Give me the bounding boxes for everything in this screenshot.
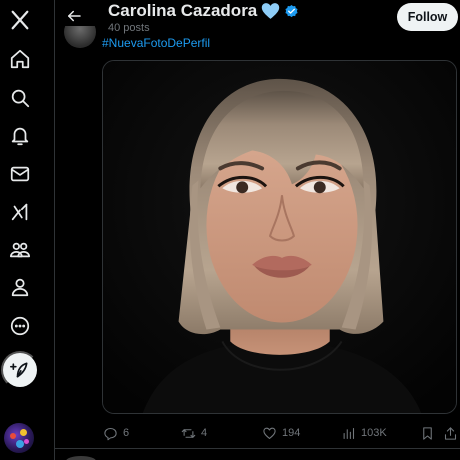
reply-button[interactable]: 6 bbox=[103, 424, 129, 442]
portrait-photo bbox=[103, 61, 456, 413]
communities-icon[interactable] bbox=[6, 236, 34, 264]
arrow-left-icon bbox=[65, 7, 83, 25]
bell-icon[interactable] bbox=[6, 122, 34, 150]
views-button[interactable]: 103K bbox=[341, 424, 387, 442]
bar-chart-icon bbox=[341, 426, 356, 441]
display-name-text: Carolina Cazadora bbox=[108, 1, 258, 20]
compose-post-button[interactable] bbox=[1, 351, 39, 389]
grok-icon[interactable] bbox=[6, 198, 34, 226]
profile-display-name: Carolina Cazadora bbox=[108, 1, 299, 21]
reply-count: 6 bbox=[123, 427, 130, 439]
bookmark-icon bbox=[420, 426, 435, 441]
home-icon[interactable] bbox=[6, 45, 34, 73]
like-count: 194 bbox=[282, 427, 301, 439]
mail-icon[interactable] bbox=[6, 160, 34, 188]
account-avatar[interactable] bbox=[4, 423, 34, 453]
hashtag-link[interactable]: #NuevaFotoDePerfil bbox=[102, 36, 210, 50]
share-button[interactable] bbox=[443, 424, 458, 442]
side-nav bbox=[0, 0, 40, 460]
back-button[interactable] bbox=[63, 5, 85, 27]
follow-button[interactable]: Follow bbox=[397, 3, 458, 31]
heart-outline-icon bbox=[262, 426, 277, 441]
repost-icon bbox=[181, 426, 196, 441]
like-button[interactable]: 194 bbox=[262, 424, 300, 442]
post-image[interactable] bbox=[102, 60, 457, 414]
feather-plus-icon bbox=[10, 360, 30, 380]
search-icon[interactable] bbox=[6, 84, 34, 112]
repost-button[interactable]: 4 bbox=[181, 424, 207, 442]
post-divider bbox=[55, 448, 460, 449]
share-icon bbox=[443, 426, 458, 441]
rail-divider bbox=[54, 0, 55, 460]
view-count: 103K bbox=[361, 427, 387, 439]
repost-count: 4 bbox=[201, 427, 208, 439]
verified-badge-icon bbox=[284, 4, 299, 19]
bookmark-button[interactable] bbox=[420, 424, 435, 442]
reply-icon bbox=[103, 426, 118, 441]
profile-icon[interactable] bbox=[6, 273, 34, 301]
post-count: 40 posts bbox=[108, 22, 150, 34]
next-post-avatar[interactable] bbox=[66, 456, 96, 460]
heart-emoji-icon bbox=[261, 2, 280, 20]
x-logo-icon[interactable] bbox=[6, 6, 34, 34]
post-author-avatar[interactable] bbox=[64, 26, 96, 48]
more-icon[interactable] bbox=[6, 312, 34, 340]
